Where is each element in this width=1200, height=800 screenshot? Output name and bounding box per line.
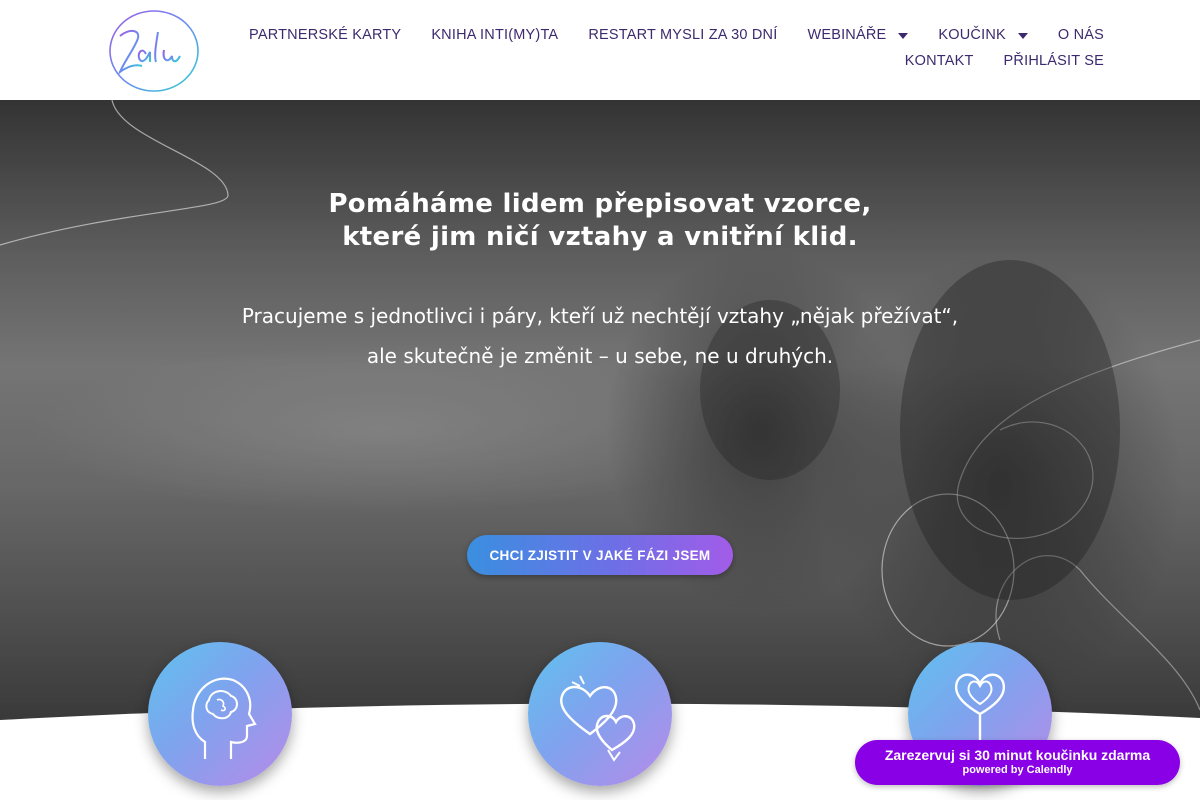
nav-item-kontakt[interactable]: KONTAKT bbox=[905, 53, 974, 69]
nav-item-o-nas[interactable]: O NÁS bbox=[1058, 27, 1104, 43]
calendly-powered-by: powered by Calendly bbox=[962, 764, 1073, 776]
nav-row-1: PARTNERSKÉ KARTY KNIHA INTI(MY)TA RESTAR… bbox=[249, 24, 1104, 46]
feature-circle-relationship[interactable] bbox=[528, 642, 672, 786]
cta-button[interactable]: CHCI ZJISTIT V JAKÉ FÁZI JSEM bbox=[467, 535, 733, 575]
two-hearts-icon bbox=[560, 675, 636, 762]
nav-label: KOUČINK bbox=[938, 27, 1006, 43]
calendly-badge[interactable]: Zarezervuj si 30 minut koučinku zdarma p… bbox=[855, 740, 1180, 785]
nav-label: KONTAKT bbox=[904, 53, 974, 69]
feature-circle-mind[interactable] bbox=[148, 642, 292, 786]
chevron-down-icon[interactable] bbox=[898, 33, 909, 39]
nav-label: RESTART MYSLI ZA 30 DNÍ bbox=[588, 27, 778, 43]
nav-row-2: KONTAKT PŘIHLÁSIT SE bbox=[264, 50, 1104, 72]
nav-label: WEBINÁŘE bbox=[807, 27, 887, 43]
nav-label: KNIHA INTI(MY)TA bbox=[431, 27, 559, 43]
nav-label: PARTNERSKÉ KARTY bbox=[249, 27, 402, 43]
nav-item-koucink[interactable]: KOUČINK bbox=[938, 27, 1028, 43]
nav-item-webinare[interactable]: WEBINÁŘE bbox=[807, 27, 909, 43]
nav-item-partnerske-karty[interactable]: PARTNERSKÉ KARTY bbox=[249, 27, 401, 43]
head-brain-icon bbox=[191, 677, 257, 759]
chevron-down-icon[interactable] bbox=[1017, 33, 1028, 39]
site-header: PARTNERSKÉ KARTY KNIHA INTI(MY)TA RESTAR… bbox=[0, 0, 1200, 100]
hero-subtitle-line-1: Pracujeme s jednotlivci i páry, kteří už… bbox=[241, 304, 959, 328]
main-nav: PARTNERSKÉ KARTY KNIHA INTI(MY)TA RESTAR… bbox=[249, 24, 1104, 76]
nav-item-restart-mysli[interactable]: RESTART MYSLI ZA 30 DNÍ bbox=[588, 27, 777, 43]
hero-title: Pomáháme lidem přepisovat vzorce, které … bbox=[0, 188, 1200, 254]
nav-item-kniha[interactable]: KNIHA INTI(MY)TA bbox=[431, 27, 558, 43]
nav-label: PŘIHLÁSIT SE bbox=[1003, 53, 1104, 69]
hero-subtitle: Pracujeme s jednotlivci i páry, kteří už… bbox=[0, 296, 1200, 376]
hero-subtitle-line-2: ale skutečně je změnit – u sebe, ne u dr… bbox=[366, 344, 834, 368]
hero-title-line-2: které jim ničí vztahy a vnitřní klid. bbox=[342, 222, 858, 252]
hero-title-line-1: Pomáháme lidem přepisovat vzorce, bbox=[328, 189, 872, 219]
zalu-logo[interactable] bbox=[106, 6, 202, 96]
cta-label: CHCI ZJISTIT V JAKÉ FÁZI JSEM bbox=[489, 547, 711, 563]
calendly-main-text: Zarezervuj si 30 minut koučinku zdarma bbox=[884, 747, 1151, 763]
nav-label: O NÁS bbox=[1057, 27, 1104, 43]
nav-item-prihlasit[interactable]: PŘIHLÁSIT SE bbox=[1004, 53, 1104, 69]
